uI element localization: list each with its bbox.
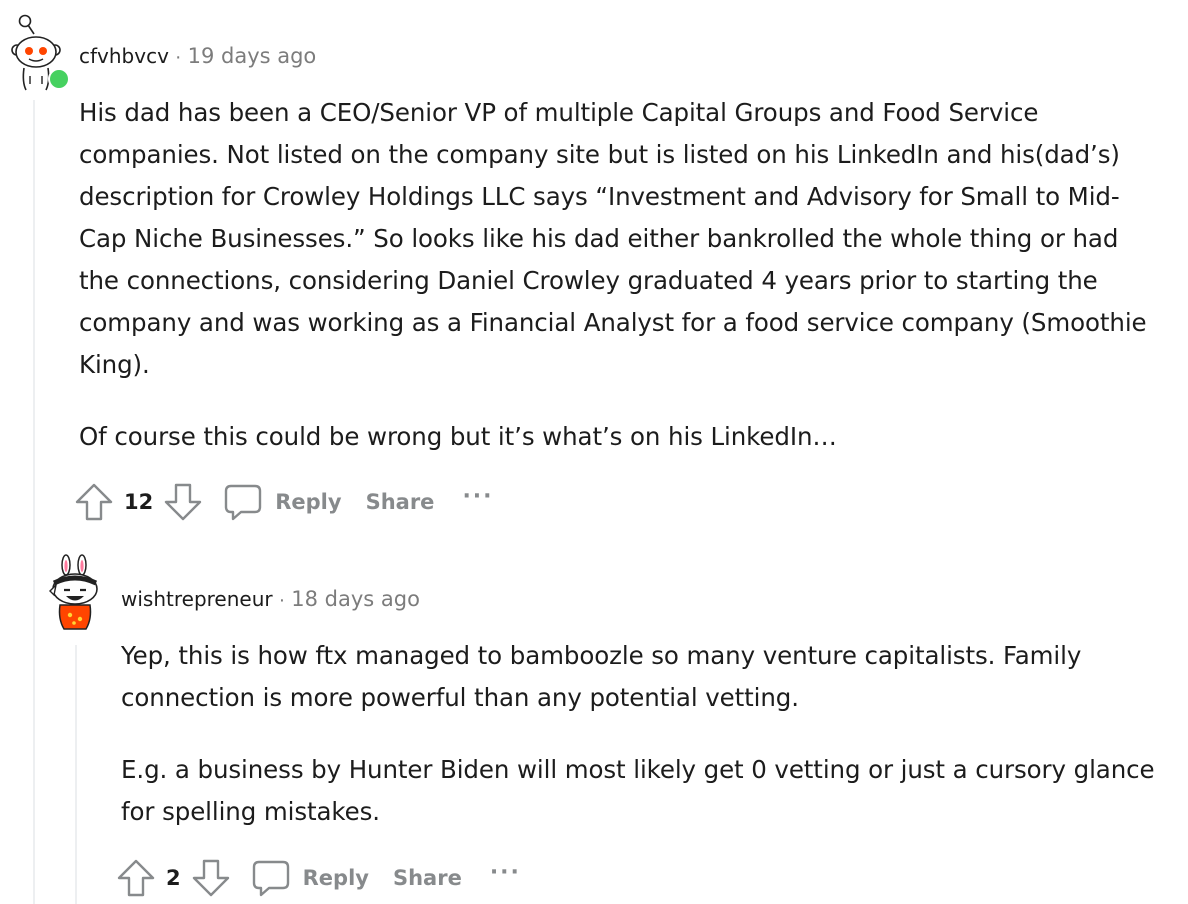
comment-paragraph: His dad has been a CEO/Senior VP of mult… bbox=[79, 98, 1147, 379]
comment-meta: cfvhbvcv · 19 days ago bbox=[79, 44, 316, 69]
reply-button[interactable]: Reply bbox=[251, 858, 369, 898]
upvote-button[interactable] bbox=[74, 482, 114, 522]
comment-meta: wishtrepreneur · 18 days ago bbox=[121, 587, 420, 612]
reply-button[interactable]: Reply bbox=[223, 482, 342, 522]
upvote-button[interactable] bbox=[116, 858, 156, 898]
vote-count: 12 bbox=[124, 490, 154, 514]
upvote-arrow-icon bbox=[75, 483, 113, 521]
meta-separator: · bbox=[278, 589, 286, 611]
reply-label[interactable]: Reply bbox=[303, 866, 369, 890]
online-status-icon bbox=[48, 68, 70, 90]
comment-body: His dad has been a CEO/Senior VP of mult… bbox=[79, 92, 1154, 458]
comment-thread: cfvhbvcv · 19 days ago His dad has been … bbox=[0, 0, 1188, 904]
avatar[interactable] bbox=[8, 10, 70, 91]
upvote-arrow-icon bbox=[117, 859, 155, 897]
share-button[interactable]: Share bbox=[366, 490, 435, 514]
more-options-button[interactable]: ··· bbox=[490, 860, 521, 885]
timestamp[interactable]: 19 days ago bbox=[188, 44, 317, 68]
more-options-button[interactable]: ··· bbox=[462, 484, 493, 509]
thread-line-level-1[interactable] bbox=[33, 100, 35, 904]
downvote-button[interactable] bbox=[191, 858, 231, 898]
timestamp[interactable]: 18 days ago bbox=[291, 587, 420, 611]
username[interactable]: wishtrepreneur bbox=[121, 587, 273, 611]
comment-actions: 2 Reply Share ··· bbox=[116, 856, 521, 900]
speech-bubble-icon bbox=[225, 484, 262, 521]
avatar[interactable] bbox=[46, 553, 108, 633]
thread-line-level-2[interactable] bbox=[75, 645, 77, 904]
username[interactable]: cfvhbvcv bbox=[79, 44, 169, 68]
share-button[interactable]: Share bbox=[393, 866, 462, 890]
comment-paragraph: E.g. a business by Hunter Biden will mos… bbox=[121, 755, 1155, 826]
snoo-avatar-icon bbox=[49, 554, 98, 630]
reply-label[interactable]: Reply bbox=[275, 490, 341, 514]
downvote-arrow-icon bbox=[192, 859, 229, 897]
downvote-arrow-icon bbox=[165, 483, 202, 521]
speech-bubble-icon bbox=[252, 860, 289, 897]
comment-body: Yep, this is how ftx managed to bamboozl… bbox=[121, 635, 1161, 833]
downvote-button[interactable] bbox=[163, 482, 203, 522]
comment-paragraph: Yep, this is how ftx managed to bamboozl… bbox=[121, 641, 1082, 712]
comment-paragraph: Of course this could be wrong but it’s w… bbox=[79, 422, 837, 451]
comment-actions: 12 Reply Share ··· bbox=[74, 480, 494, 524]
meta-separator: · bbox=[174, 46, 182, 68]
vote-count: 2 bbox=[166, 866, 181, 890]
